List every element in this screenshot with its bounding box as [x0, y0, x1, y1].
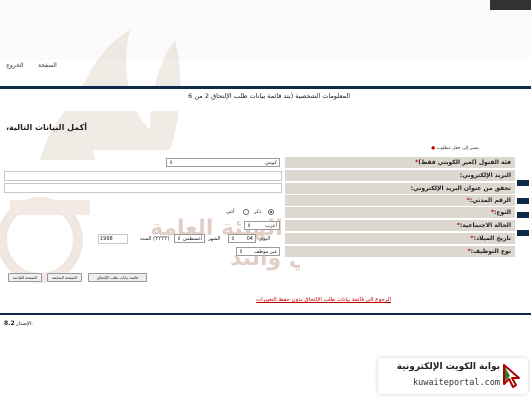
marital-select[interactable]: أعزب ⇕ [244, 221, 280, 230]
gender-male-radio[interactable] [268, 209, 274, 215]
gender-label: النوع:* [285, 207, 515, 218]
gender-female-label: أنثى [226, 209, 235, 215]
logo-english-text: kuwaiteportal.com [413, 378, 500, 388]
email-label: البريد الإلكتروني: [285, 170, 515, 181]
cursor-arrow-icon [503, 364, 520, 388]
application-list-button[interactable]: قائمة بيانات طلب الإلتحاق [88, 273, 147, 282]
right-edge-strip [515, 150, 531, 270]
employment-select[interactable]: غير موظف ⇕ [236, 247, 280, 256]
email-confirm-field[interactable] [4, 183, 282, 193]
logo-arabic-text: بوابة الكويت الإلكترونية [396, 362, 500, 372]
civil-id-label: الرقم المدني:* [285, 195, 515, 206]
employment-label: نوع التوظيف:* [285, 246, 515, 257]
year-input[interactable] [98, 234, 128, 244]
prev-page-button[interactable]: الصفحة السابقة [47, 273, 82, 282]
day-label: اليوم [260, 236, 271, 242]
top-dark-bar [490, 0, 531, 10]
chevron-updown-icon: ⇕ [239, 249, 244, 255]
home-link[interactable]: الصفحة [38, 62, 57, 69]
day-select[interactable]: 04 ⇕ [228, 234, 256, 243]
footer-bar [0, 313, 531, 315]
email-confirm-label: تحقق من عنوان البريد الإلكتروني: [285, 183, 515, 194]
month-select[interactable]: أغسطس ⇕ [174, 234, 205, 243]
gender-male-label: ذكر [254, 209, 262, 215]
section-title: المعلومات الشخصية (بند قائمة بيانات طلب … [188, 92, 350, 100]
portal-logo: بوابة الكويت الإلكترونية kuwaiteportal.c… [378, 358, 528, 394]
email-field[interactable] [4, 171, 282, 181]
logout-link[interactable]: الخروج [6, 62, 23, 69]
category-select[interactable]: كويتي ⇕ [166, 158, 280, 167]
birthdate-label: تاريخ الميلاد:* [285, 233, 515, 244]
category-label: فئة القبول (لغير الكويتي فقط)* [285, 157, 515, 168]
year-label: (YYYY) السنة [140, 236, 170, 242]
chevron-updown-icon: ⇕ [231, 236, 236, 242]
chevron-updown-icon: ⇕ [247, 223, 252, 229]
back-to-list-link[interactable]: الرجوع الى قائمة بيانات طلب الإلتحاق بدو… [256, 297, 391, 303]
marital-label: الحالة الاجتماعية:* [285, 220, 515, 231]
next-page-button[interactable]: الصفحة القادمة [8, 273, 42, 282]
version-info: 8.2 الإصدار: [4, 320, 33, 327]
chevron-updown-icon: ⇕ [169, 160, 174, 166]
gender-female-radio[interactable] [243, 209, 249, 215]
form-title: أكمل البيانات التالية، [6, 123, 87, 132]
month-label: الشهر [208, 236, 221, 242]
chevron-updown-icon: ⇕ [177, 236, 182, 242]
required-note: يشير إلى حقل مطلوب ● [431, 146, 479, 151]
